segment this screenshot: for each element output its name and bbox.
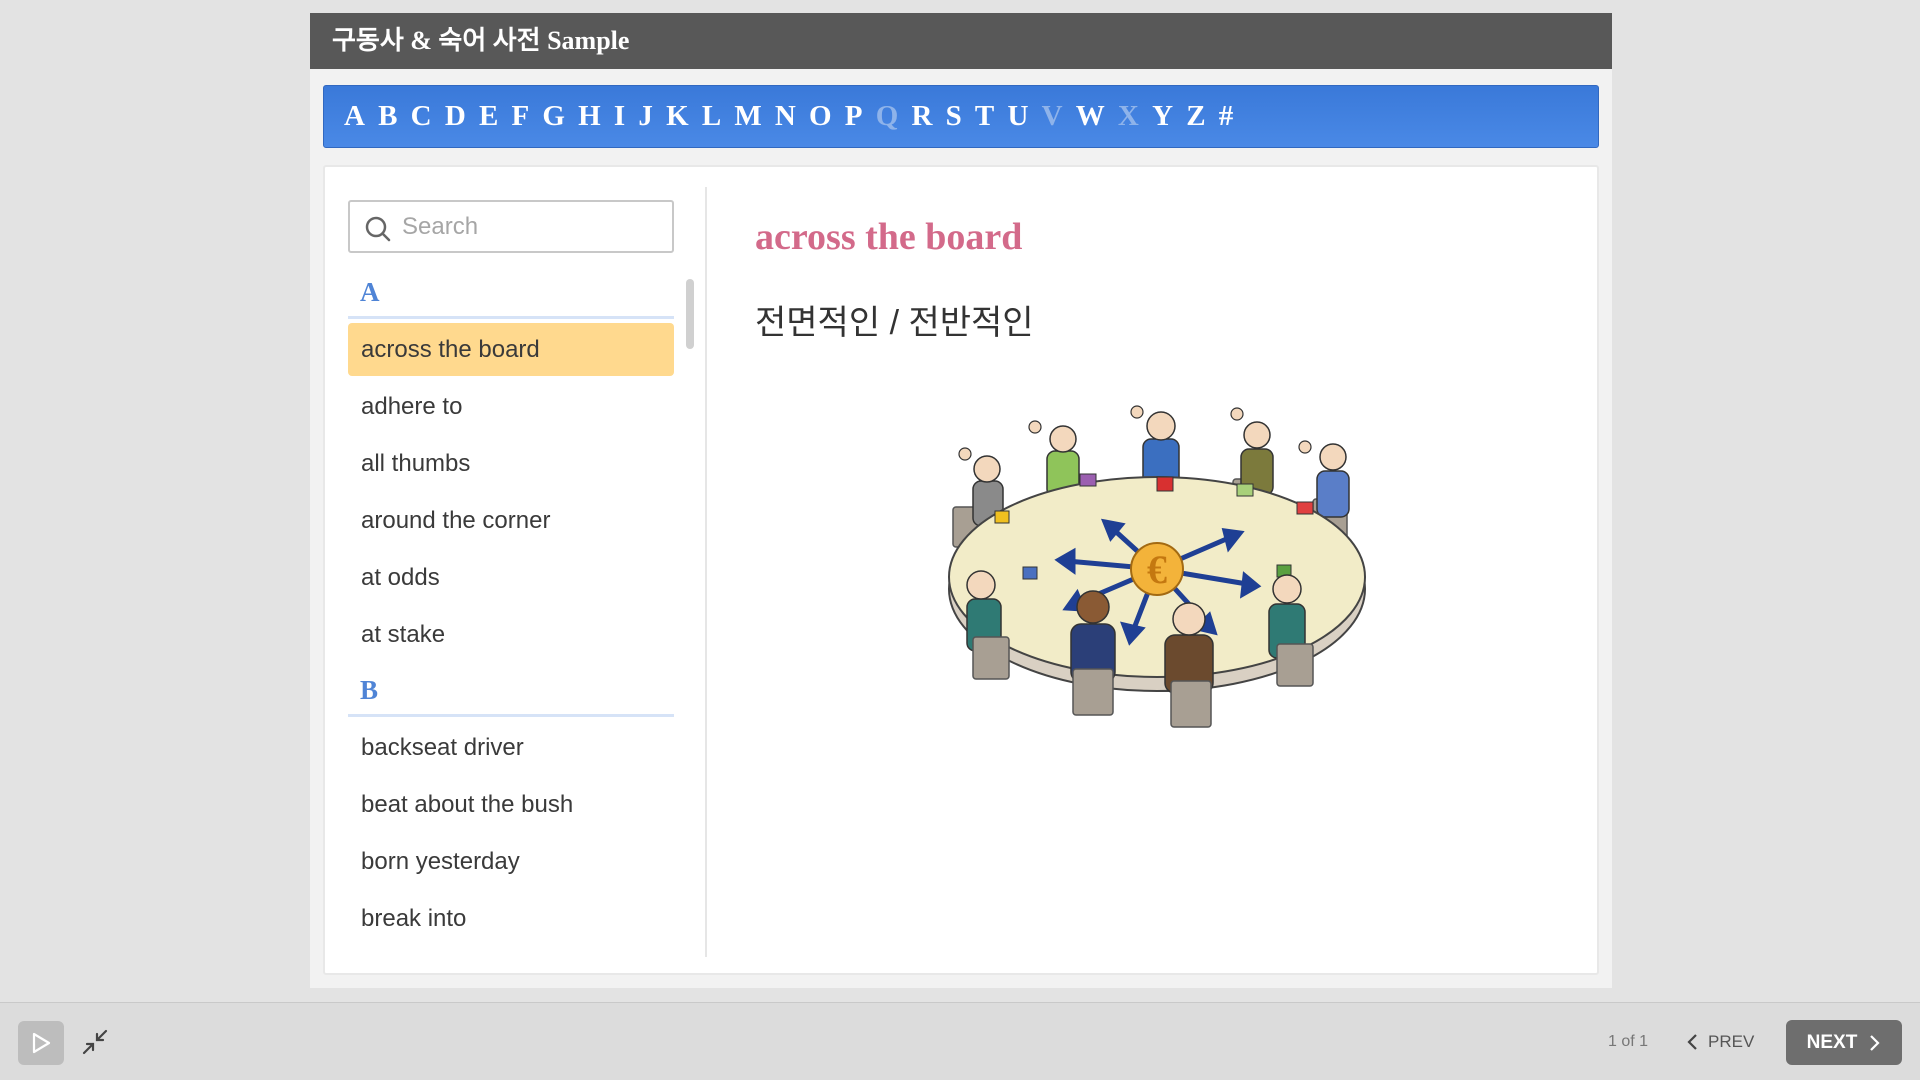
- word-list-scrollbar[interactable]: [686, 279, 694, 349]
- letter-i[interactable]: I: [614, 100, 625, 133]
- play-icon: [32, 1032, 51, 1054]
- slide: 구동사 & 숙어 사전 Sample ABCDEFGHIJKLMNOPQRSTU…: [310, 13, 1612, 988]
- letter-m[interactable]: M: [734, 100, 761, 133]
- page-title: 구동사 & 숙어 사전 Sample: [310, 13, 1612, 69]
- divider: [705, 187, 707, 957]
- list-item[interactable]: across the board: [348, 323, 674, 376]
- letter-w[interactable]: W: [1076, 100, 1105, 133]
- letter-hash[interactable]: #: [1219, 100, 1234, 133]
- list-item[interactable]: at stake: [348, 608, 674, 661]
- letter-g[interactable]: G: [542, 100, 565, 133]
- letter-p[interactable]: P: [845, 100, 863, 133]
- list-item[interactable]: at odds: [348, 551, 674, 604]
- letter-y[interactable]: Y: [1152, 100, 1173, 133]
- svg-text:€: €: [1147, 547, 1167, 592]
- letter-f[interactable]: F: [511, 100, 529, 133]
- letter-c[interactable]: C: [411, 100, 432, 133]
- letter-a[interactable]: A: [344, 100, 365, 133]
- list-item[interactable]: adhere to: [348, 380, 674, 433]
- prev-label: PREV: [1708, 1032, 1755, 1051]
- page-counter: 1 of 1: [1608, 1033, 1649, 1050]
- round-table-meeting-illustration: €: [948, 405, 1366, 728]
- letter-s[interactable]: S: [946, 100, 962, 133]
- list-item[interactable]: all thumbs: [348, 437, 674, 490]
- letter-h[interactable]: H: [578, 100, 601, 133]
- letter-t[interactable]: T: [975, 100, 994, 133]
- list-item[interactable]: beat about the bush: [348, 778, 674, 831]
- letter-d[interactable]: D: [445, 100, 466, 133]
- letter-l[interactable]: L: [702, 100, 721, 133]
- player-controls: 1 of 1 PREV NEXT: [0, 1002, 1920, 1080]
- letter-e[interactable]: E: [479, 100, 498, 133]
- letter-u[interactable]: U: [1007, 100, 1028, 133]
- letter-q: Q: [875, 100, 899, 132]
- term-title: across the board: [755, 216, 1023, 258]
- next-label: NEXT: [1806, 1031, 1858, 1053]
- list-item[interactable]: born yesterday: [348, 835, 674, 888]
- next-button[interactable]: NEXT: [1786, 1020, 1902, 1065]
- list-item[interactable]: break into: [348, 892, 674, 945]
- play-button[interactable]: [18, 1021, 64, 1065]
- letter-n[interactable]: N: [775, 100, 796, 133]
- search-box[interactable]: [348, 200, 674, 253]
- search-input[interactable]: [402, 202, 670, 251]
- section-header: A: [348, 267, 674, 319]
- letter-k[interactable]: K: [666, 100, 689, 133]
- letter-z[interactable]: Z: [1186, 100, 1205, 133]
- search-icon: [365, 216, 391, 242]
- letter-b[interactable]: B: [378, 100, 397, 133]
- letter-o[interactable]: O: [809, 100, 832, 133]
- chevron-left-icon: [1687, 1034, 1697, 1050]
- prev-button[interactable]: PREV: [1686, 1027, 1754, 1057]
- list-item[interactable]: around the corner: [348, 494, 674, 547]
- word-list[interactable]: Aacross the board adhere to all thumbs arou…: [348, 267, 674, 967]
- collapse-icon[interactable]: [80, 1027, 110, 1057]
- section-header: B: [348, 665, 674, 717]
- alphabet-index: A B C D E F G H I J K L M N O P Q R S T U V W X Y Z #: [323, 85, 1599, 148]
- list-item[interactable]: backseat driver: [348, 721, 674, 774]
- letter-x: X: [1117, 100, 1139, 132]
- chevron-right-icon: [1870, 1034, 1880, 1051]
- term-meaning: 전면적인 / 전반적인: [755, 304, 1034, 342]
- dictionary-panel: Aacross the boardadhere toall thumbsarou…: [323, 165, 1599, 975]
- letter-v: V: [1041, 100, 1063, 132]
- letter-r[interactable]: R: [911, 100, 932, 133]
- letter-j[interactable]: J: [638, 100, 653, 133]
